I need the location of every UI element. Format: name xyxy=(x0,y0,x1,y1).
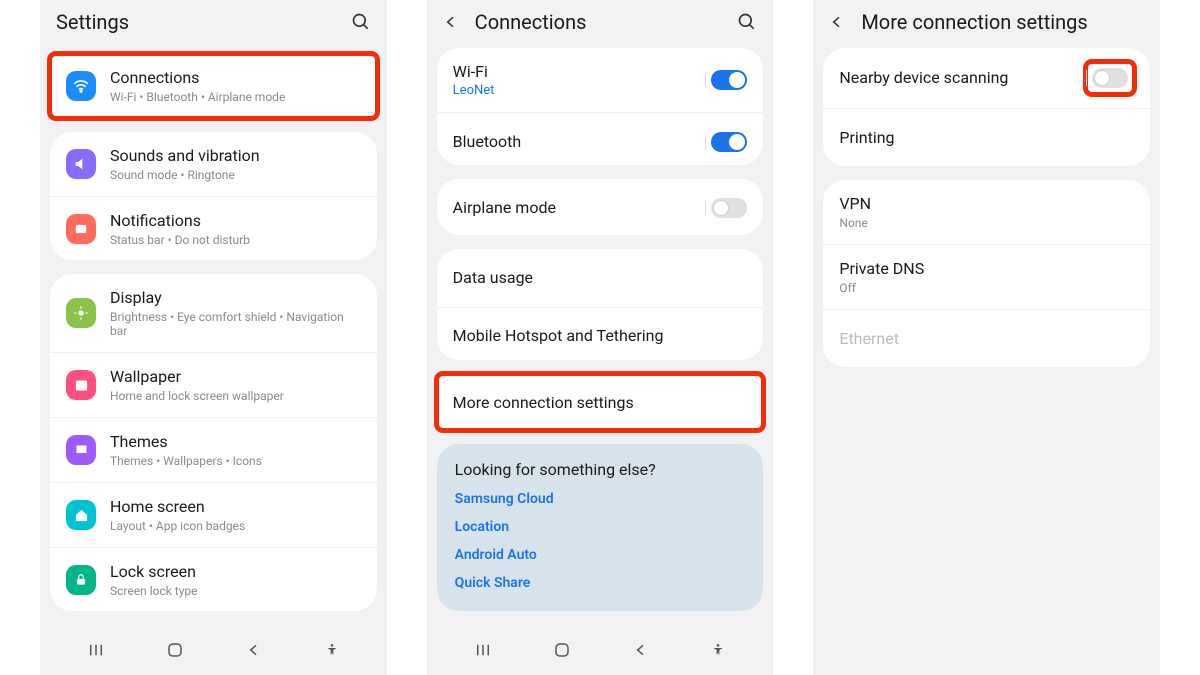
wallpaper-item[interactable]: Wallpaper Home and lock screen wallpaper xyxy=(50,352,377,417)
themes-item[interactable]: Themes Themes • Wallpapers • Icons xyxy=(50,417,377,482)
suggestion-link[interactable]: Android Auto xyxy=(455,547,746,563)
header: Connections xyxy=(427,0,774,48)
bluetooth-item[interactable]: Bluetooth xyxy=(437,112,764,165)
page-title: More connection settings xyxy=(861,10,1144,34)
connections-group: Airplane mode xyxy=(437,179,764,235)
printing-item[interactable]: Printing xyxy=(823,108,1150,166)
connections-group: Wi-Fi LeoNet Bluetooth xyxy=(437,48,764,165)
page-title: Settings xyxy=(56,10,351,34)
item-title: Connections xyxy=(110,68,361,88)
settings-group: Display Brightness • Eye comfort shield … xyxy=(50,274,377,611)
hotspot-item[interactable]: Mobile Hotspot and Tethering xyxy=(437,307,764,360)
connections-screen: Connections Wi-Fi LeoNet Bluetooth Airpl… xyxy=(427,0,774,675)
more-connection-item[interactable]: More connection settings xyxy=(437,374,764,430)
display-item[interactable]: Display Brightness • Eye comfort shield … xyxy=(50,274,377,352)
settings-screen: Settings Connections Wi-Fi • Bluetooth •… xyxy=(40,0,387,675)
back-icon[interactable] xyxy=(829,14,845,30)
connections-group: Data usage Mobile Hotspot and Tethering xyxy=(437,249,764,360)
back-button[interactable] xyxy=(623,636,659,664)
home-icon xyxy=(66,500,96,530)
nearby-toggle[interactable] xyxy=(1092,68,1128,88)
suggestion-card: Looking for something else? Samsung Clou… xyxy=(437,444,764,611)
recents-button[interactable] xyxy=(464,635,502,665)
search-icon[interactable] xyxy=(351,12,371,32)
connections-item[interactable]: Connections Wi-Fi • Bluetooth • Airplane… xyxy=(50,54,377,118)
nav-bar xyxy=(40,625,387,675)
privatedns-item[interactable]: Private DNS Off xyxy=(823,244,1150,309)
accessibility-button[interactable] xyxy=(700,636,736,664)
suggestion-link[interactable]: Samsung Cloud xyxy=(455,491,746,507)
notification-icon xyxy=(66,214,96,244)
wifi-toggle[interactable] xyxy=(711,70,747,90)
home-button[interactable] xyxy=(156,635,194,665)
page-title: Connections xyxy=(475,10,738,34)
home-button[interactable] xyxy=(543,635,581,665)
settings-group: Sounds and vibration Sound mode • Ringto… xyxy=(50,132,377,261)
lock-icon xyxy=(66,565,96,595)
nearby-item[interactable]: Nearby device scanning xyxy=(823,48,1150,108)
wifi-item[interactable]: Wi-Fi LeoNet xyxy=(437,48,764,112)
airplane-item[interactable]: Airplane mode xyxy=(437,179,764,235)
header: Settings xyxy=(40,0,387,54)
image-icon xyxy=(66,370,96,400)
homescreen-item[interactable]: Home screen Layout • App icon badges xyxy=(50,482,377,547)
recents-button[interactable] xyxy=(77,635,115,665)
more-group: Nearby device scanning Printing xyxy=(823,48,1150,166)
nearby-toggle-highlight xyxy=(1086,62,1134,94)
bluetooth-toggle[interactable] xyxy=(711,132,747,152)
accessibility-button[interactable] xyxy=(314,636,350,664)
back-icon[interactable] xyxy=(443,14,459,30)
item-subtitle: Wi-Fi • Bluetooth • Airplane mode xyxy=(110,90,361,104)
search-icon[interactable] xyxy=(737,12,757,32)
suggestion-heading: Looking for something else? xyxy=(455,460,746,479)
more-group: VPN None Private DNS Off Ethernet xyxy=(823,180,1150,367)
suggestion-link[interactable]: Quick Share xyxy=(455,575,746,591)
vpn-item[interactable]: VPN None xyxy=(823,180,1150,244)
datausage-item[interactable]: Data usage xyxy=(437,249,764,307)
palette-icon xyxy=(66,435,96,465)
wifi-icon xyxy=(66,71,96,101)
lockscreen-item[interactable]: Lock screen Screen lock type xyxy=(50,547,377,611)
airplane-toggle[interactable] xyxy=(711,198,747,218)
notifications-item[interactable]: Notifications Status bar • Do not distur… xyxy=(50,196,377,261)
speaker-icon xyxy=(66,149,96,179)
sounds-item[interactable]: Sounds and vibration Sound mode • Ringto… xyxy=(50,132,377,196)
suggestion-link[interactable]: Location xyxy=(455,519,746,535)
header: More connection settings xyxy=(813,0,1160,48)
more-connection-screen: More connection settings Nearby device s… xyxy=(813,0,1160,675)
ethernet-item: Ethernet xyxy=(823,309,1150,367)
nav-bar xyxy=(427,625,774,675)
brightness-icon xyxy=(66,298,96,328)
back-button[interactable] xyxy=(236,636,272,664)
